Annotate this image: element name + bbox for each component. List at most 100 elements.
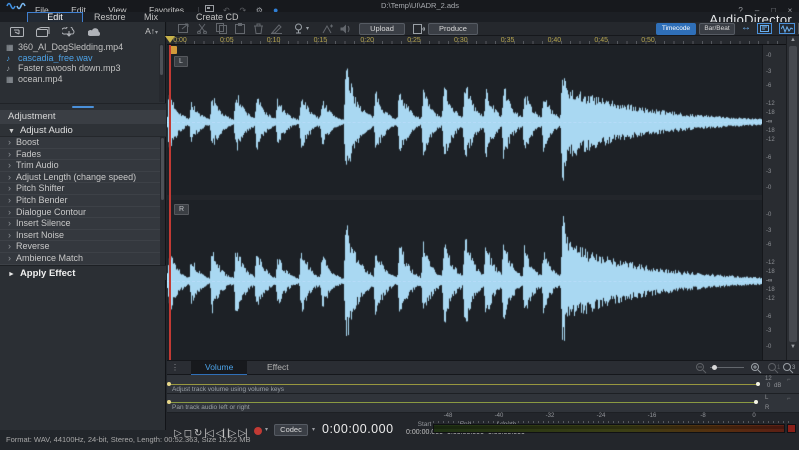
ruler-label: 0:45: [594, 36, 608, 45]
speaker-icon[interactable]: [340, 24, 351, 36]
ruler-label: 0:40: [548, 36, 562, 45]
adjust-item[interactable]: ›Boost: [0, 137, 160, 149]
panel-splitter[interactable]: [0, 103, 166, 110]
adjust-item[interactable]: ›Trim Audio: [0, 160, 160, 172]
meter-scale-label: -40: [495, 413, 504, 419]
scroll-up-icon[interactable]: ▲: [787, 36, 799, 45]
timeline-ruler[interactable]: 0:000:050:100:150:200:250:300:350:400:45…: [167, 36, 799, 45]
chevron-right-icon: ›: [8, 195, 11, 205]
adjust-item[interactable]: › Pitch Bender: [0, 195, 160, 207]
zoom-slider[interactable]: [710, 367, 744, 368]
produce-button[interactable]: Produce: [428, 23, 478, 35]
scroll-thumb[interactable]: [789, 46, 797, 342]
pan-keyframe-line[interactable]: [169, 402, 756, 403]
media-item-label: ocean.mp4: [18, 74, 63, 84]
record-tool-icon[interactable]: [293, 23, 304, 35]
adr-panel-icon[interactable]: [757, 23, 772, 34]
volume-keyframe-end[interactable]: [756, 382, 760, 386]
adjust-item[interactable]: ›Adjust Length (change speed): [0, 172, 160, 184]
cut-icon[interactable]: [197, 23, 208, 35]
playhead-marker-icon[interactable]: [165, 36, 175, 43]
triangle-right-icon: ►: [8, 271, 15, 278]
library-toolbar: A↑▾: [0, 24, 166, 40]
right-channel-chip: R: [174, 204, 189, 215]
zoom-reset-icon[interactable]: 1: [767, 362, 781, 374]
produce-icon: [413, 24, 425, 36]
waveform-view-icon[interactable]: [779, 23, 795, 34]
waveform-canvas-right[interactable]: [167, 200, 762, 360]
adjust-item[interactable]: ›Reverse: [0, 241, 160, 253]
adjust-item[interactable]: ›Insert Silence: [0, 218, 160, 230]
volume-keyframe-line[interactable]: [169, 384, 758, 385]
tab-create-cd[interactable]: Create CD: [196, 12, 239, 22]
adjust-item-label: Pitch Bender: [16, 195, 68, 205]
ruler-label: 0:30: [454, 36, 468, 45]
media-list-scrollbar[interactable]: [159, 44, 164, 102]
adjust-item[interactable]: ›Ambience Match: [0, 253, 160, 265]
adjust-item[interactable]: ›Fades: [0, 149, 160, 161]
tab-mix[interactable]: Mix: [144, 12, 158, 22]
delete-icon[interactable]: [254, 23, 263, 35]
export-selection-icon[interactable]: [178, 23, 190, 35]
import-folder-icon[interactable]: [36, 27, 50, 37]
db-label: -3: [766, 169, 771, 175]
paste-icon[interactable]: [235, 23, 245, 35]
media-item[interactable]: ♪Faster swoosh down.mp3: [0, 63, 158, 74]
zoom-in-icon[interactable]: [750, 362, 762, 374]
chevron-right-icon: ›: [8, 172, 11, 182]
zoom-selection-icon[interactable]: 3: [782, 362, 796, 374]
import-media-icon[interactable]: [10, 27, 24, 37]
adjust-list-scrollbar[interactable]: [160, 137, 165, 265]
waveform-canvas-left[interactable]: [167, 45, 762, 195]
adjust-item[interactable]: ›Dialogue Contour: [0, 207, 160, 219]
apply-effect-group[interactable]: ►Apply Effect: [0, 265, 166, 280]
pan-keyframe-row[interactable]: Pan track audio left or right L R ⌐: [167, 394, 799, 413]
volume-keyframe-start[interactable]: [167, 382, 171, 386]
track-scrollbar[interactable]: ▲ ▼: [786, 36, 799, 360]
ruler-label: 0:05: [220, 36, 234, 45]
audiodirector-window: File Edit View Favorites | ↶ ↷ ⚙ ● D:\Te…: [0, 0, 799, 450]
adjust-item[interactable]: ›Pitch Shifter: [0, 183, 160, 195]
download-directorzone-icon[interactable]: [62, 27, 76, 37]
meter-scale-label: 0: [752, 413, 755, 419]
tab-volume[interactable]: Volume: [191, 361, 247, 376]
marker-add-icon[interactable]: [322, 24, 333, 36]
stretch-icon[interactable]: ↔: [741, 22, 751, 33]
meter-scale-label: -32: [546, 413, 555, 419]
erase-icon[interactable]: [271, 23, 282, 35]
meter-scale-label: -24: [597, 413, 606, 419]
scroll-down-icon[interactable]: ▼: [787, 343, 799, 352]
tab-effect[interactable]: Effect: [253, 361, 303, 374]
cloud-icon[interactable]: [88, 28, 103, 37]
upload-button[interactable]: Upload: [359, 23, 405, 35]
media-item[interactable]: ▦360_AI_DogSledding.mp4: [0, 42, 158, 53]
meter-scale-label: -48: [444, 413, 453, 419]
panel-handle-icon[interactable]: ⋮: [171, 363, 179, 372]
adjust-audio-group[interactable]: ▼Adjust Audio: [0, 124, 166, 137]
waveform-area[interactable]: L R: [167, 45, 762, 360]
playhead-line[interactable]: [169, 45, 171, 360]
media-item[interactable]: ♪cascadia_free.wav: [0, 53, 158, 64]
reset-curve-icon[interactable]: ⌐: [787, 377, 791, 383]
adjust-item[interactable]: ›Insert Noise: [0, 230, 160, 242]
pan-keyframe-end[interactable]: [754, 400, 758, 404]
meter-scale: -48-40-32-24-16-80: [448, 413, 794, 421]
volume-keyframe-row[interactable]: Adjust track volume using volume keys 12…: [167, 375, 799, 394]
zoom-slider-handle[interactable]: [712, 365, 717, 370]
reset-curve-icon[interactable]: ⌐: [787, 396, 791, 402]
copy-icon[interactable]: [216, 23, 227, 35]
record-tool-dropdown-icon[interactable]: ▾: [306, 25, 309, 32]
sort-button[interactable]: A↑▾: [145, 26, 158, 36]
clip-indicator[interactable]: [787, 424, 796, 433]
zoom-out-icon[interactable]: [695, 362, 707, 374]
music-note-icon: ♪: [6, 54, 18, 64]
tab-restore[interactable]: Restore: [94, 12, 126, 22]
timecode-button[interactable]: Timecode: [656, 23, 696, 35]
bar-beat-button[interactable]: Bar/Beat: [699, 23, 735, 35]
chevron-right-icon: ›: [8, 253, 11, 263]
media-item[interactable]: ▦ocean.mp4: [0, 74, 158, 85]
adjust-item-label: Insert Silence: [16, 218, 71, 228]
volume-hint-label: Adjust track volume using volume keys: [172, 386, 284, 393]
pan-keyframe-start[interactable]: [167, 400, 171, 404]
chevron-right-icon: ›: [8, 207, 11, 217]
